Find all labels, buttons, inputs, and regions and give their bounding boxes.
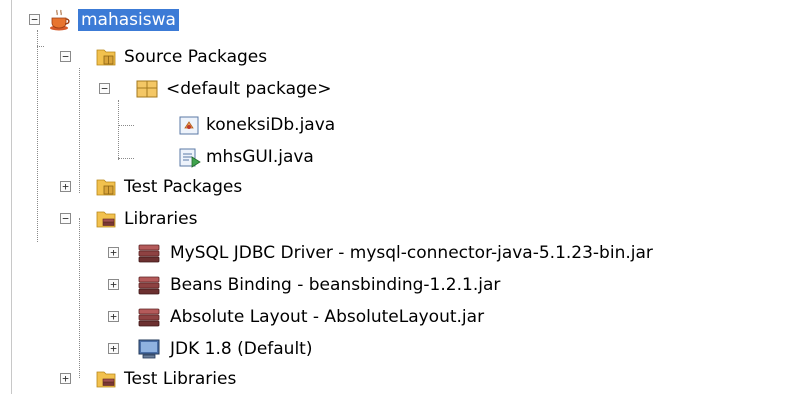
expand-toggle[interactable]: + [108,279,119,290]
tree-node-test-packages[interactable]: + Test Packages [0,172,789,202]
tree-node-file[interactable]: mhsGUI.java [0,142,789,172]
source-packages-label[interactable]: Source Packages [124,46,267,68]
collapse-toggle[interactable]: − [60,213,71,224]
tree-node-default-package[interactable]: − <default package> [0,74,789,104]
project-label[interactable]: mahasiswa [78,9,179,31]
jdk-monitor-icon [138,339,160,359]
library-label[interactable]: Beans Binding - beansbinding-1.2.1.jar [170,274,500,296]
jdk-label[interactable]: JDK 1.8 (Default) [170,338,312,360]
java-class-icon [179,116,199,135]
tree-node-test-libraries[interactable]: + Test Libraries [0,364,789,394]
tree-node-source-packages[interactable]: − Source Packages [0,42,789,72]
library-folder-icon [96,371,116,388]
coffee-cup-project-icon [50,9,70,31]
tree-node-project[interactable]: − mahasiswa [0,5,789,35]
library-label[interactable]: Absolute Layout - AbsoluteLayout.jar [170,306,484,328]
file-label[interactable]: mhsGUI.java [206,146,314,168]
collapse-toggle[interactable]: − [60,51,71,62]
expand-toggle[interactable]: + [108,343,119,354]
package-icon [136,80,158,98]
collapse-toggle[interactable]: − [29,14,40,25]
tree-node-jdk[interactable]: + JDK 1.8 (Default) [0,334,789,364]
tree-node-file[interactable]: koneksiDb.java [0,110,789,140]
library-folder-icon [96,211,116,228]
package-folder-icon [96,49,116,66]
expand-toggle[interactable]: + [60,181,71,192]
jar-library-icon [138,244,160,263]
java-form-icon [179,148,201,168]
jar-library-icon [138,308,160,327]
expand-toggle[interactable]: + [108,311,119,322]
jar-library-icon [138,276,160,295]
expand-toggle[interactable]: + [60,373,71,384]
default-package-label[interactable]: <default package> [166,78,331,100]
tree-node-library[interactable]: + Beans Binding - beansbinding-1.2.1.jar [0,270,789,300]
package-folder-icon [96,179,116,196]
libraries-label[interactable]: Libraries [124,208,197,230]
test-packages-label[interactable]: Test Packages [124,176,242,198]
tree-node-library[interactable]: + MySQL JDBC Driver - mysql-connector-ja… [0,238,789,268]
tree-node-libraries[interactable]: − Libraries [0,204,789,234]
file-label[interactable]: koneksiDb.java [206,114,335,136]
library-label[interactable]: MySQL JDBC Driver - mysql-connector-java… [170,242,653,264]
tree-node-library[interactable]: + Absolute Layout - AbsoluteLayout.jar [0,302,789,332]
collapse-toggle[interactable]: − [99,83,110,94]
expand-toggle[interactable]: + [108,247,119,258]
test-libraries-label[interactable]: Test Libraries [124,368,236,390]
project-tree[interactable]: − mahasiswa − Source Packages − <default… [0,0,789,394]
